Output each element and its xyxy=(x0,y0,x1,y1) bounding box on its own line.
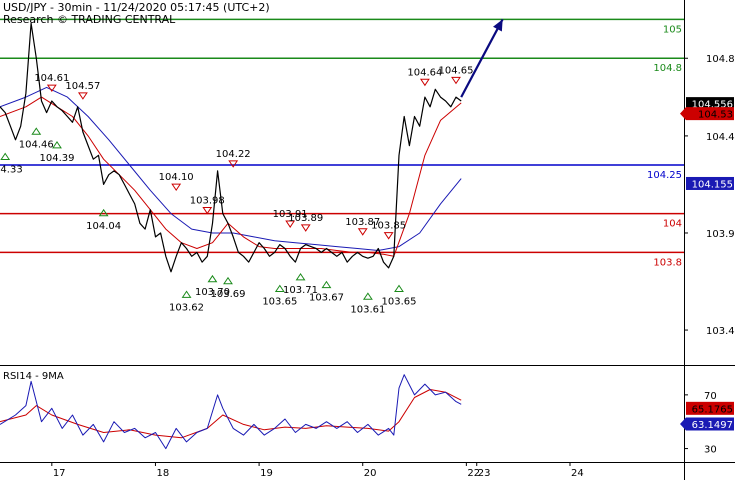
price-tag-label: 65.1765 xyxy=(692,404,733,415)
swing-high-label: 103.98 xyxy=(190,195,225,206)
level-label: 103.8 xyxy=(653,257,682,268)
swing-high-label: 104.61 xyxy=(34,73,69,84)
swing-low-label: 103.65 xyxy=(382,297,417,308)
swing-high-marker xyxy=(357,228,368,236)
swing-high-label: 103.89 xyxy=(288,213,323,224)
price-line xyxy=(0,22,462,273)
rsi-tick-label: 30 xyxy=(704,445,717,456)
chart-stage: 105 104.8 104.25 104 103.8 104.61 104.57 104.1… xyxy=(0,0,735,480)
level-label: 105 xyxy=(663,24,682,35)
swing-high-label: 104.64 xyxy=(407,67,442,78)
swing-low-label: 103.65 xyxy=(262,297,297,308)
swing-low-marker xyxy=(0,152,11,160)
swing-low-label: 104.33 xyxy=(0,164,23,175)
swing-high-marker xyxy=(451,76,461,85)
level-label: 104 xyxy=(663,219,682,230)
swing-high-marker xyxy=(77,92,88,100)
swing-low-marker xyxy=(321,280,332,289)
swing-high-marker xyxy=(383,232,394,240)
swing-high-marker xyxy=(202,206,213,215)
rsi-tag: 63.1497 xyxy=(680,417,734,431)
price-tick-label: 104.8 xyxy=(706,54,735,65)
date-tick-label: 24 xyxy=(571,468,584,479)
price-axis: 104.8104.4103.9103.4104.556104.53104.155 xyxy=(680,54,735,337)
swing-low-label: 104.04 xyxy=(86,221,121,232)
date-tick-label: 23 xyxy=(478,468,491,479)
rsi-tick-label: 70 xyxy=(704,391,717,402)
chart-header-source: Research © TRADING CENTRAL xyxy=(3,13,176,26)
price-tick-label: 104.4 xyxy=(706,132,735,143)
swing-low-marker xyxy=(223,276,233,285)
date-tick-label: 17 xyxy=(53,468,66,479)
price-tick-label: 103.4 xyxy=(706,326,735,337)
ma-slow-tag: 104.155 xyxy=(686,176,734,190)
swing-low-marker xyxy=(181,290,192,298)
swing-low-label: 103.69 xyxy=(211,289,246,300)
rsi-line xyxy=(0,374,462,450)
price-tick-label: 103.9 xyxy=(706,229,735,240)
level-label: 104.25 xyxy=(647,170,682,181)
chart-frame xyxy=(0,0,735,480)
swing-high-label: 104.65 xyxy=(439,65,474,76)
price-tag-label: 104.53 xyxy=(698,110,733,121)
swing-high-label: 104.22 xyxy=(216,149,251,160)
swing-markers: 104.61104.57104.10103.98104.22103.91103.… xyxy=(0,65,474,315)
swing-low-label: 103.67 xyxy=(309,293,344,304)
rsi-title: RSI14 - 9MA xyxy=(3,371,64,382)
swing-high-marker xyxy=(300,224,311,232)
swing-low-label: 103.62 xyxy=(169,302,204,313)
rsi-panel: RSI14 - 9MA70503065.176563.1497 xyxy=(0,371,734,456)
price-tag-label: 104.155 xyxy=(692,179,733,190)
swing-low-marker xyxy=(295,272,306,281)
ma-fast-tag: 104.53 xyxy=(680,107,734,121)
swing-low-label: 104.39 xyxy=(40,153,75,164)
swing-high-label: 104.10 xyxy=(159,172,194,183)
date-tick-label: 20 xyxy=(364,468,377,479)
price-series xyxy=(0,18,504,273)
date-tick-label: 19 xyxy=(260,468,273,479)
swing-low-label: 103.61 xyxy=(350,304,385,315)
swing-high-marker xyxy=(171,183,182,192)
price-tag-label: 63.1497 xyxy=(692,420,733,431)
rsi-ma-line xyxy=(0,389,462,439)
date-axis: 17 18 19 20 2223 24 xyxy=(51,462,584,479)
swing-low-marker xyxy=(394,284,404,293)
swing-low-marker xyxy=(362,292,373,300)
swing-low-marker xyxy=(52,140,62,149)
swing-low-marker xyxy=(98,208,109,217)
swing-high-marker xyxy=(419,78,430,87)
chart-canvas: 105 104.8 104.25 104 103.8 104.61104.57 104.1… xyxy=(0,0,735,480)
date-tick-label: 18 xyxy=(156,468,169,479)
level-label: 104.8 xyxy=(653,63,682,74)
swing-low-marker xyxy=(31,127,42,135)
swing-low-label: 104.46 xyxy=(19,139,54,150)
swing-high-marker xyxy=(228,160,239,168)
swing-low-marker xyxy=(207,274,218,283)
swing-high-label: 103.85 xyxy=(371,221,406,232)
rsi-ma-tag: 65.1765 xyxy=(686,401,734,415)
swing-high-label: 104.57 xyxy=(65,81,100,92)
